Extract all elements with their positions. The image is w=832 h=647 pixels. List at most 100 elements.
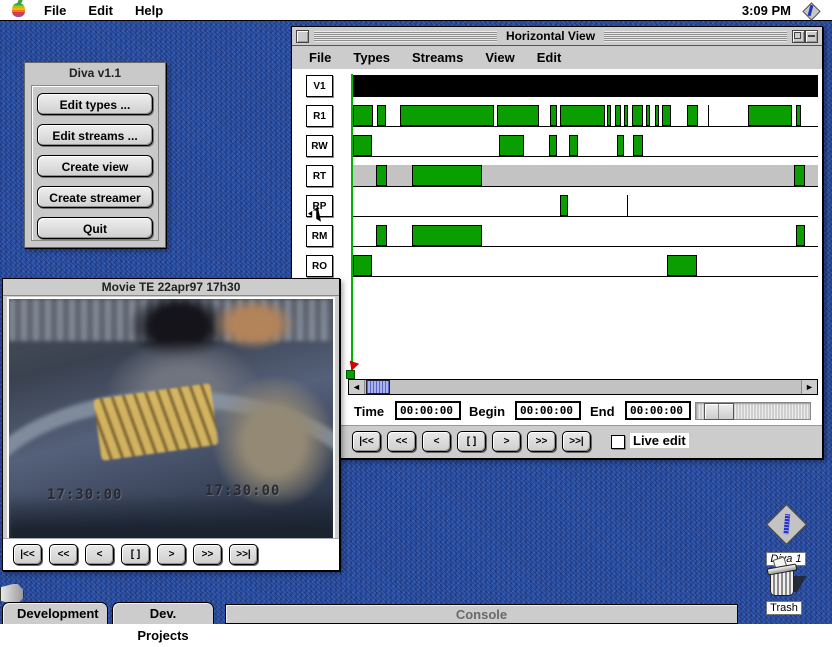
clip-segment[interactable] bbox=[624, 105, 628, 126]
clip-segment[interactable] bbox=[353, 105, 373, 126]
video-frame: 17:30:00 17:30:00 bbox=[7, 297, 335, 542]
menu-file[interactable]: File bbox=[33, 3, 77, 18]
time-field[interactable] bbox=[395, 401, 461, 420]
hv-menu-file[interactable]: File bbox=[298, 50, 342, 65]
stop-button[interactable]: [ ] bbox=[457, 431, 486, 452]
apple-menu-icon[interactable] bbox=[12, 3, 25, 17]
clip-segment[interactable] bbox=[499, 135, 524, 156]
desktop-icon-diva[interactable]: Diva 1 bbox=[754, 504, 818, 567]
step-forward-button[interactable]: > bbox=[157, 544, 186, 565]
track-bar-rp[interactable] bbox=[352, 195, 818, 217]
clip-segment[interactable] bbox=[412, 225, 482, 246]
go-start-button[interactable]: |<< bbox=[352, 431, 381, 452]
console-titlebar[interactable]: Console bbox=[225, 604, 738, 624]
clip-segment[interactable] bbox=[748, 105, 792, 126]
go-end-button[interactable]: >>| bbox=[229, 544, 258, 565]
fast-forward-button[interactable]: >> bbox=[193, 544, 222, 565]
step-back-button[interactable]: < bbox=[422, 431, 451, 452]
system-menubar: FileEditHelp 3:09 PM bbox=[0, 0, 832, 21]
playhead-line[interactable] bbox=[351, 74, 353, 370]
clip-segment[interactable] bbox=[352, 75, 818, 96]
hv-transport-band: |<<<<<[ ]>>>>>| Live edit bbox=[292, 425, 822, 458]
clip-segment[interactable] bbox=[655, 105, 659, 126]
end-field[interactable] bbox=[625, 401, 691, 420]
hv-menu-edit[interactable]: Edit bbox=[526, 50, 573, 65]
live-edit-checkbox[interactable] bbox=[611, 435, 625, 449]
clip-segment[interactable] bbox=[377, 105, 387, 126]
horizontal-scrollbar[interactable]: ◄ ► bbox=[348, 379, 818, 395]
quit-button[interactable]: Quit bbox=[37, 217, 153, 239]
clip-segment[interactable] bbox=[607, 105, 611, 126]
clip-segment[interactable] bbox=[549, 135, 557, 156]
go-start-button[interactable]: |<< bbox=[13, 544, 42, 565]
clip-segment[interactable] bbox=[667, 255, 697, 276]
clip-segment[interactable] bbox=[353, 255, 372, 276]
clip-segment[interactable] bbox=[687, 105, 698, 126]
collapse-box-icon[interactable] bbox=[805, 30, 818, 43]
clip-segment[interactable] bbox=[376, 165, 387, 186]
clip-segment[interactable] bbox=[615, 105, 621, 126]
scrollbar-thumb[interactable] bbox=[366, 380, 390, 394]
clip-segment[interactable] bbox=[569, 135, 578, 156]
track-label-rm[interactable]: RM bbox=[306, 225, 333, 247]
track-label-v1[interactable]: V1 bbox=[306, 75, 333, 97]
track-bar-rw[interactable] bbox=[352, 135, 818, 157]
edit-streams-button[interactable]: Edit streams ... bbox=[37, 124, 153, 146]
track-bar-v1[interactable] bbox=[352, 75, 818, 97]
create-view-button[interactable]: Create view bbox=[37, 155, 153, 177]
go-end-button[interactable]: >>| bbox=[562, 431, 591, 452]
hv-menu-streams[interactable]: Streams bbox=[401, 50, 474, 65]
menu-edit[interactable]: Edit bbox=[77, 3, 124, 18]
rewind-button[interactable]: << bbox=[387, 431, 416, 452]
zoom-box-icon[interactable] bbox=[792, 30, 805, 43]
track-label-r1[interactable]: R1 bbox=[306, 105, 333, 127]
zoom-slider-thumb[interactable] bbox=[704, 403, 734, 420]
clip-segment[interactable] bbox=[353, 135, 372, 156]
track-bar-r1[interactable] bbox=[352, 105, 818, 127]
scroll-right-arrow-icon[interactable]: ► bbox=[801, 380, 817, 394]
track-label-rw[interactable]: RW bbox=[306, 135, 333, 157]
create-streamer-button[interactable]: Create streamer bbox=[37, 186, 153, 208]
movie-titlebar[interactable]: Movie TE 22apr97 17h30 bbox=[3, 279, 339, 296]
begin-field[interactable] bbox=[515, 401, 581, 420]
step-forward-button[interactable]: > bbox=[492, 431, 521, 452]
clip-segment[interactable] bbox=[400, 105, 494, 126]
step-back-button[interactable]: < bbox=[85, 544, 114, 565]
fast-forward-button[interactable]: >> bbox=[527, 431, 556, 452]
track-bar-rm[interactable] bbox=[352, 225, 818, 247]
close-box-icon[interactable] bbox=[296, 30, 309, 43]
track-label-rt[interactable]: RT bbox=[306, 165, 333, 187]
clip-segment[interactable] bbox=[497, 105, 539, 126]
clip-segment[interactable] bbox=[560, 105, 605, 126]
menu-help[interactable]: Help bbox=[124, 3, 174, 18]
track-bar-ro[interactable] bbox=[352, 255, 818, 277]
edit-types-button[interactable]: Edit types ... bbox=[37, 93, 153, 115]
track-bar-rt[interactable] bbox=[352, 165, 818, 187]
clip-segment[interactable] bbox=[662, 105, 671, 126]
application-menu-icon[interactable] bbox=[803, 3, 818, 18]
clip-segment[interactable] bbox=[646, 105, 650, 126]
clip-segment[interactable] bbox=[560, 195, 568, 216]
hv-menu-view[interactable]: View bbox=[474, 50, 525, 65]
track-label-ro[interactable]: RO bbox=[306, 255, 333, 277]
tab-dev-projects[interactable]: Dev. Projects bbox=[112, 602, 214, 624]
clip-segment[interactable] bbox=[796, 225, 805, 246]
clip-segment[interactable] bbox=[550, 105, 557, 126]
desktop-icon-trash[interactable]: Trash bbox=[752, 560, 816, 616]
clip-segment[interactable] bbox=[794, 165, 805, 186]
clip-segment[interactable] bbox=[796, 105, 801, 126]
scroll-left-arrow-icon[interactable]: ◄ bbox=[349, 380, 365, 394]
clip-segment[interactable] bbox=[617, 135, 624, 156]
end-label: End bbox=[590, 404, 615, 419]
stop-button[interactable]: [ ] bbox=[121, 544, 150, 565]
clip-segment[interactable] bbox=[633, 135, 643, 156]
movie-transport-row: |<<<<<[ ]>>>>>| bbox=[3, 538, 339, 570]
hv-titlebar[interactable]: Horizontal View bbox=[292, 27, 822, 46]
clip-segment[interactable] bbox=[376, 225, 387, 246]
rewind-button[interactable]: << bbox=[49, 544, 78, 565]
tab-development[interactable]: Development bbox=[2, 602, 108, 624]
clip-segment[interactable] bbox=[632, 105, 643, 126]
hv-menu-types[interactable]: Types bbox=[342, 50, 401, 65]
clip-segment[interactable] bbox=[412, 165, 482, 186]
zoom-slider[interactable] bbox=[695, 402, 811, 420]
